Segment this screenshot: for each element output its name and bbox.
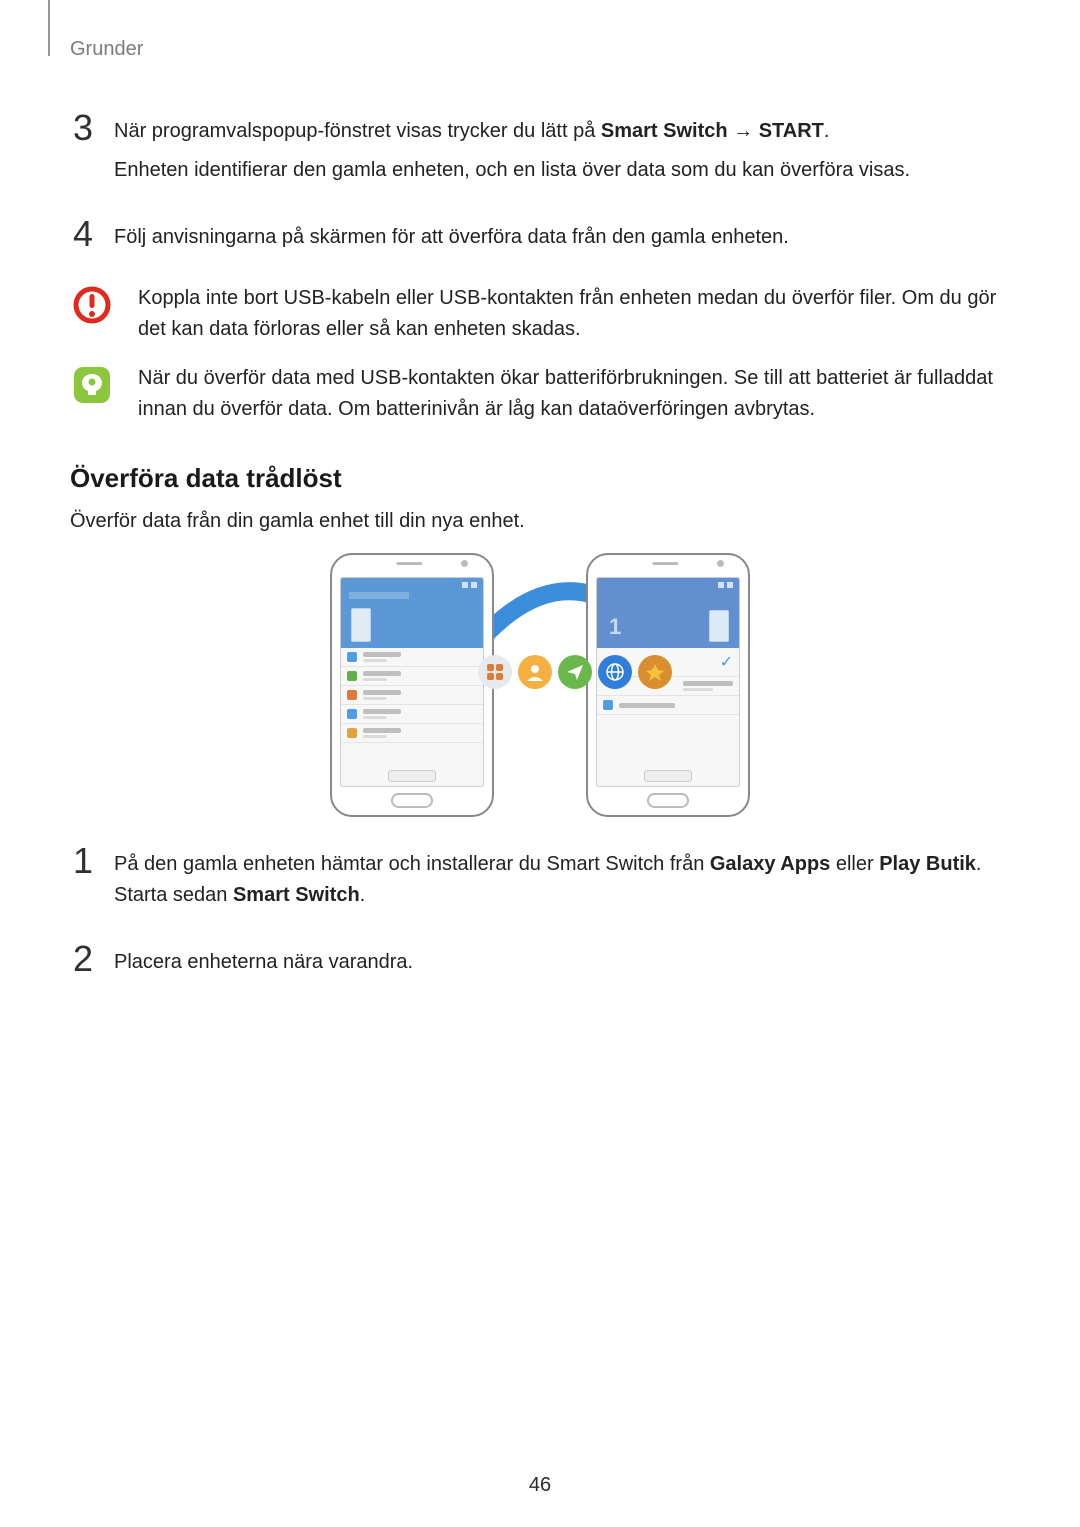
numbered-step: 1 På den gamla enheten hämtar och instal… (70, 843, 1010, 919)
step-text: När programvalspopup-fönstret visas tryc… (114, 110, 910, 194)
note-icon (70, 363, 114, 407)
step-number: 2 (70, 941, 96, 986)
step-number: 1 (70, 843, 96, 919)
chapter-title: Grunder (70, 38, 143, 61)
step-text: Placera enheterna nära varandra. (114, 941, 413, 986)
step-paragraph: På den gamla enheten hämtar och installe… (114, 849, 1010, 911)
step-text: På den gamla enheten hämtar och installe… (114, 843, 1010, 919)
note-callout: När du överför data med USB-kontakten ök… (70, 363, 1010, 425)
section-intro: Överför data från din gamla enhet till d… (70, 506, 1010, 537)
step-paragraph: Placera enheterna nära varandra. (114, 947, 413, 978)
numbered-step: 3 När programvalspopup-fönstret visas tr… (70, 110, 1010, 194)
numbered-step: 4 Följ anvisningarna på skärmen för att … (70, 216, 1010, 261)
page-body: 3 När programvalspopup-fönstret visas tr… (70, 110, 1010, 986)
note-text: När du överför data med USB-kontakten ök… (138, 363, 1010, 425)
illustration-wrap: 1 ✓ (70, 553, 1010, 813)
gallery-icon (638, 655, 672, 689)
step-text: Följ anvisningarna på skärmen för att öv… (114, 216, 789, 261)
warning-callout: Koppla inte bort USB-kabeln eller USB-ko… (70, 283, 1010, 345)
globe-icon (598, 655, 632, 689)
contacts-icon (518, 655, 552, 689)
page-spine-mark (48, 0, 50, 56)
transfer-apps-icons (478, 655, 672, 689)
send-icon (558, 655, 592, 689)
step-number: 3 (70, 110, 96, 194)
step-paragraph: Enheten identifierar den gamla enheten, … (114, 155, 910, 186)
source-phone-icon (330, 553, 494, 817)
step-paragraph: När programvalspopup-fönstret visas tryc… (114, 116, 910, 147)
warning-icon (70, 283, 114, 327)
step-paragraph: Följ anvisningarna på skärmen för att öv… (114, 222, 789, 253)
step-number: 4 (70, 216, 96, 261)
settings-icon (478, 655, 512, 689)
numbered-step: 2 Placera enheterna nära varandra. (70, 941, 1010, 986)
transfer-illustration: 1 ✓ (330, 553, 750, 813)
section-heading: Överföra data trådlöst (70, 463, 1010, 494)
manual-page: Grunder 3 När programvalspopup-fönstret … (0, 0, 1080, 1527)
page-number: 46 (0, 1474, 1080, 1497)
warning-text: Koppla inte bort USB-kabeln eller USB-ko… (138, 283, 1010, 345)
